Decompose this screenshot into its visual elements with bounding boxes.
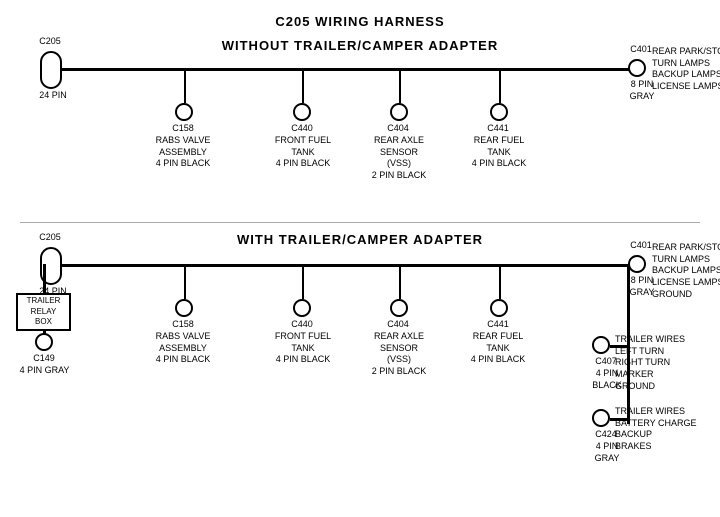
divider xyxy=(20,222,700,223)
top-c440-id: C440 xyxy=(282,123,322,135)
top-c158-id: C158 xyxy=(163,123,203,135)
bottom-c158-dropline xyxy=(184,264,186,299)
bottom-c440-connector xyxy=(293,299,311,317)
bottom-c441-dropline xyxy=(499,264,501,299)
top-section-label: WITHOUT TRAILER/CAMPER ADAPTER xyxy=(90,38,630,53)
bottom-c440-id: C440 xyxy=(282,319,322,331)
top-c441-dropline xyxy=(499,68,501,103)
c149-connector xyxy=(35,333,53,351)
top-c158-dropline xyxy=(184,68,186,103)
c407-connector xyxy=(592,336,610,354)
bottom-left-id: C205 xyxy=(30,232,70,244)
page-title: C205 WIRING HARNESS xyxy=(0,6,720,29)
bottom-c440-label: FRONT FUELTANK4 PIN BLACK xyxy=(268,331,338,366)
top-left-connector xyxy=(40,51,62,89)
bottom-c404-connector xyxy=(390,299,408,317)
top-c404-connector xyxy=(390,103,408,121)
bottom-c404-id: C404 xyxy=(378,319,418,331)
bottom-c158-id: C158 xyxy=(163,319,203,331)
bottom-c404-dropline xyxy=(399,264,401,299)
top-c158-label: RABS VALVEASSEMBLY4 PIN BLACK xyxy=(148,135,218,170)
top-c441-label: REAR FUELTANK4 PIN BLACK xyxy=(464,135,534,170)
c407-label: TRAILER WIRESLEFT TURNRIGHT TURNMARKERGR… xyxy=(615,334,705,392)
c149-label: 4 PIN GRAY xyxy=(12,365,77,377)
top-right-label: REAR PARK/STOPTURN LAMPSBACKUP LAMPSLICE… xyxy=(652,46,720,93)
top-c404-dropline xyxy=(399,68,401,103)
c424-label: TRAILER WIRESBATTERY CHARGEBACKUPBRAKES xyxy=(615,406,705,453)
bottom-c441-label: REAR FUELTANK4 PIN BLACK xyxy=(462,331,534,366)
top-c158-connector xyxy=(175,103,193,121)
bottom-c441-id: C441 xyxy=(478,319,518,331)
bottom-right-connector xyxy=(628,255,646,273)
bottom-section-label: WITH TRAILER/CAMPER ADAPTER xyxy=(90,232,630,247)
top-main-line xyxy=(62,68,645,71)
bottom-c440-dropline xyxy=(302,264,304,299)
bottom-c158-label: RABS VALVEASSEMBLY4 PIN BLACK xyxy=(148,331,218,366)
bottom-c441-connector xyxy=(490,299,508,317)
bottom-c404-label: REAR AXLESENSOR(VSS)2 PIN BLACK xyxy=(364,331,434,378)
top-right-connector xyxy=(628,59,646,77)
trailer-relay-box: TRAILERRELAYBOX xyxy=(16,293,71,331)
top-c404-label: REAR AXLESENSOR(VSS)2 PIN BLACK xyxy=(364,135,434,182)
top-left-id: C205 xyxy=(30,36,70,48)
bottom-c158-connector xyxy=(175,299,193,317)
top-c404-id: C404 xyxy=(378,123,418,135)
top-c441-connector xyxy=(490,103,508,121)
top-c440-dropline xyxy=(302,68,304,103)
top-c440-connector xyxy=(293,103,311,121)
c424-connector xyxy=(592,409,610,427)
top-c441-id: C441 xyxy=(478,123,518,135)
top-left-sub: 24 PIN xyxy=(28,90,78,102)
relay-box-vline xyxy=(43,264,46,293)
relay-c149-vline xyxy=(43,331,46,335)
bottom-main-line2 xyxy=(62,264,630,267)
c149-id: C149 xyxy=(24,353,64,365)
top-c440-label: FRONT FUELTANK4 PIN BLACK xyxy=(268,135,338,170)
bottom-right-label: REAR PARK/STOPTURN LAMPSBACKUP LAMPSLICE… xyxy=(652,242,720,300)
